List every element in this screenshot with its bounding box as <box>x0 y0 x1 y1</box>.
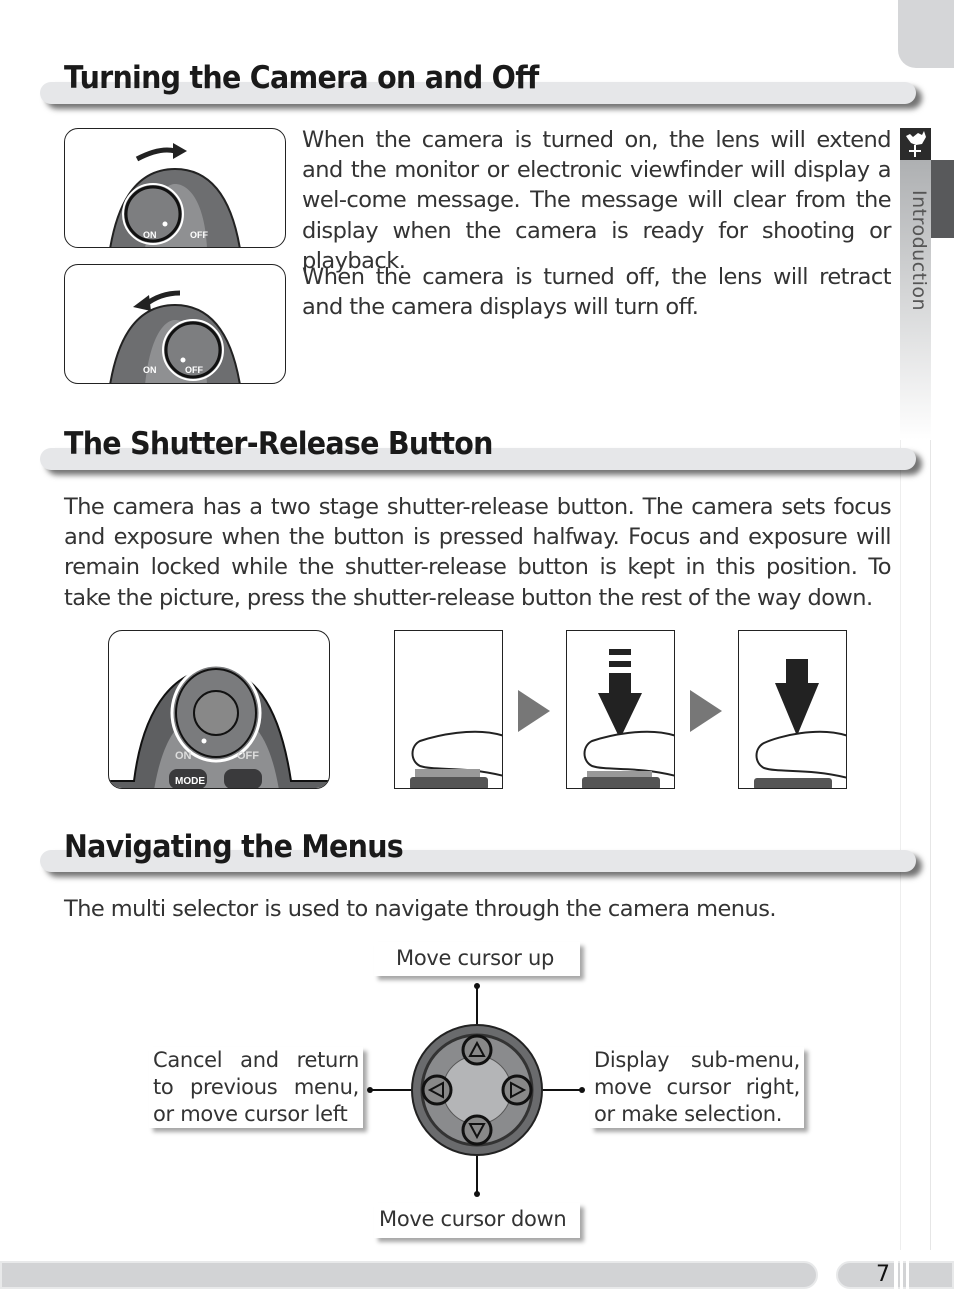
footer-stripe <box>906 1261 909 1289</box>
footer-stripe <box>900 1261 903 1289</box>
multi-selector-diagram <box>367 983 585 1197</box>
down-arrow-button[interactable] <box>461 1114 493 1146</box>
power-off-text: When the camera is turned off, the lens … <box>302 264 892 321</box>
corner-tab <box>898 0 954 68</box>
section-title-shutter: The Shutter-Release Button <box>64 426 493 462</box>
power-on-text: When the camera is turned on, the lens w… <box>302 127 892 274</box>
left-arrow-button[interactable] <box>421 1074 453 1106</box>
page-number: 7 <box>876 1262 890 1287</box>
shutter-button-illustration: ON OFF MODE <box>108 630 330 789</box>
section-title-menus: Navigating the Menus <box>64 829 404 865</box>
section-title-power: Turning the Camera on and Off <box>64 60 539 96</box>
weathervane-rooster-icon <box>900 128 931 160</box>
finger-rest-illustration <box>394 630 503 789</box>
right-arrow-button[interactable] <box>501 1074 533 1106</box>
mode-label: MODE <box>175 776 205 787</box>
sidebar-active-marker <box>931 160 954 238</box>
menus-text: The multi selector is used to navigate t… <box>64 896 777 922</box>
power-on-illustration: ON OFF <box>64 128 286 248</box>
sidebar-tab-label: Introduction <box>908 190 930 312</box>
step-arrow-icon <box>518 690 550 732</box>
label-move-down: Move cursor down <box>374 1203 580 1238</box>
power-off-illustration: ON OFF <box>64 264 286 384</box>
step-arrow-icon <box>690 690 722 732</box>
label-move-left: Cancel and return to previous menu, or m… <box>149 1047 363 1128</box>
on-label: ON <box>143 230 157 240</box>
on-label: ON <box>143 365 157 375</box>
footer-stripe <box>894 1261 898 1289</box>
half-press-illustration <box>566 630 675 789</box>
sidebar-tab-introduction[interactable]: Introduction <box>900 160 931 440</box>
shutter-text: The camera has a two stage shutter-relea… <box>64 494 892 611</box>
off-label: OFF <box>237 750 259 762</box>
label-move-up: Move cursor up <box>374 942 580 976</box>
label-move-right: Display sub-menu, move cursor right, or … <box>590 1047 804 1128</box>
off-label: OFF <box>190 230 208 240</box>
up-arrow-button[interactable] <box>461 1034 493 1066</box>
footer-bar <box>0 1261 818 1289</box>
off-label: OFF <box>185 365 203 375</box>
on-label: ON <box>175 750 192 762</box>
full-press-illustration <box>738 630 847 789</box>
